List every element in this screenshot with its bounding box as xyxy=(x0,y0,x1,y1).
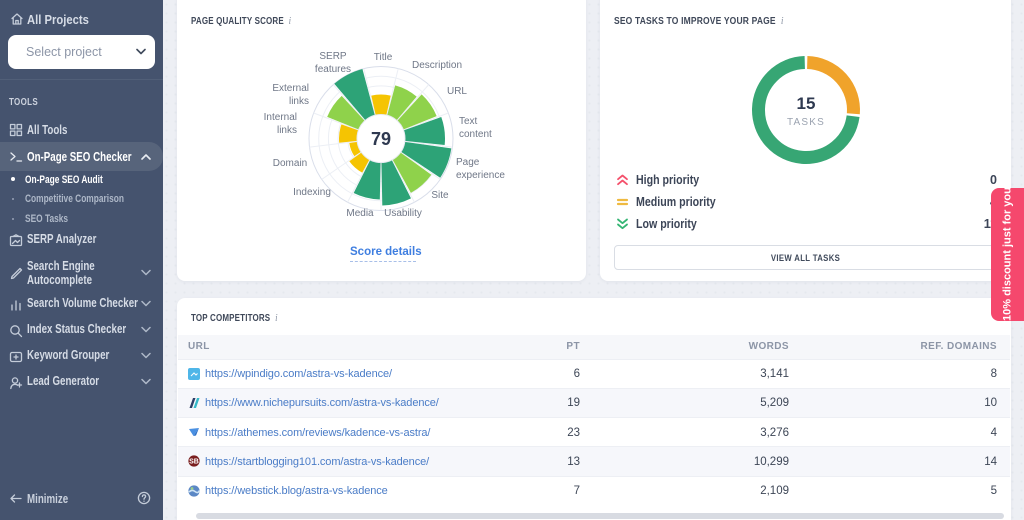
svg-text:SB: SB xyxy=(189,459,199,466)
